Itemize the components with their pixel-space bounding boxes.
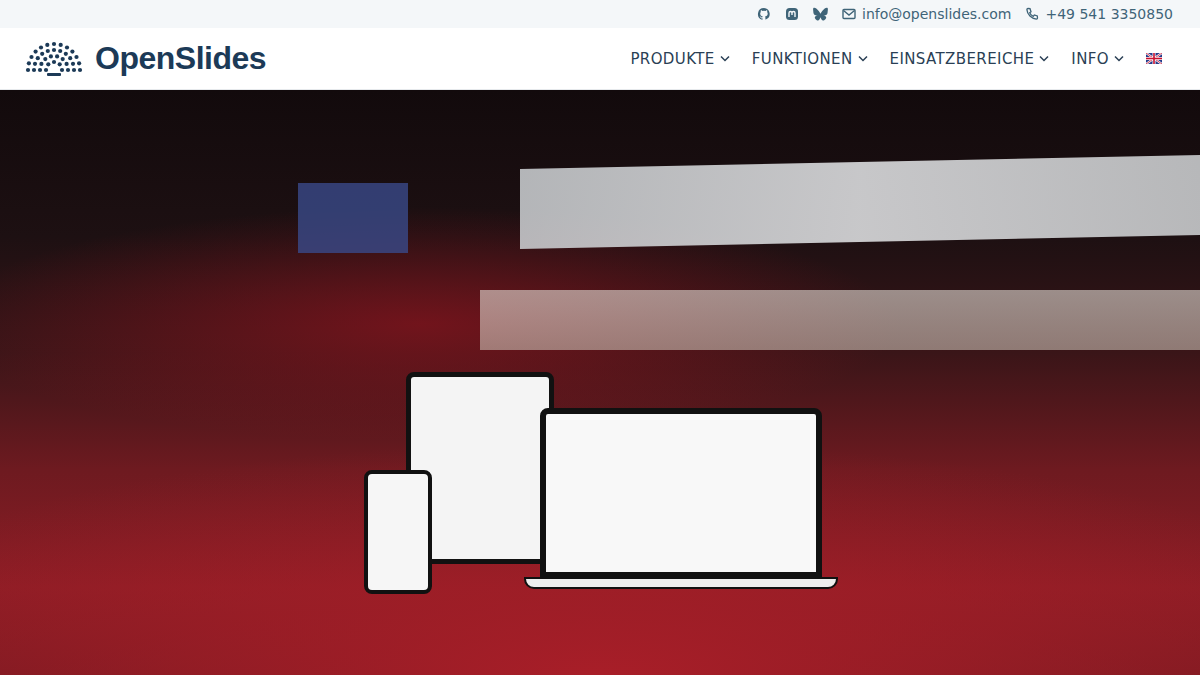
uk-flag-icon[interactable] [1146, 53, 1162, 64]
screen-band [520, 155, 1200, 249]
nav-item-label[interactable]: INFO [1071, 50, 1109, 68]
nav-item-label[interactable]: EINSATZBEREICHE [890, 50, 1035, 68]
phone-icon [1025, 7, 1039, 21]
nav-menu: PRODUKTE FUNKTIONEN EINSATZBEREICHE INFO [630, 50, 1162, 68]
nav-item[interactable]: EINSATZBEREICHE [890, 50, 1050, 68]
logo-icon[interactable] [25, 40, 83, 78]
logo[interactable]: OpenSlides [25, 40, 266, 78]
hero-photo [0, 90, 1200, 675]
logo-text[interactable]: OpenSlides [95, 40, 266, 77]
stage-screen [298, 183, 408, 253]
nav-item-label[interactable]: PRODUKTE [630, 50, 714, 68]
top-bar: info@openslides.com +49 541 3350850 [0, 0, 1200, 28]
nav-item[interactable]: PRODUKTE [630, 50, 729, 68]
phone-text[interactable]: +49 541 3350850 [1045, 6, 1173, 22]
phone [364, 470, 432, 594]
bluesky-icon[interactable] [813, 7, 828, 21]
chevron-down-icon [1039, 55, 1049, 62]
mail-icon [842, 8, 856, 20]
chevron-down-icon [720, 55, 730, 62]
main-nav: OpenSlides PRODUKTE FUNKTIONEN EINSATZBEREI… [0, 28, 1200, 90]
mastodon-icon[interactable] [785, 7, 799, 21]
email-text[interactable]: info@openslides.com [862, 6, 1011, 22]
nav-item[interactable]: INFO [1071, 50, 1124, 68]
chevron-down-icon [858, 55, 868, 62]
email-link[interactable]: info@openslides.com [842, 6, 1011, 22]
phone-link[interactable]: +49 541 3350850 [1025, 6, 1173, 22]
laptop-base [524, 577, 838, 589]
nav-item[interactable]: FUNKTIONEN [752, 50, 868, 68]
stage [480, 290, 1200, 350]
laptop [540, 408, 822, 578]
chevron-down-icon [1114, 55, 1124, 62]
nav-item-label[interactable]: FUNKTIONEN [752, 50, 853, 68]
github-icon[interactable] [757, 7, 771, 21]
